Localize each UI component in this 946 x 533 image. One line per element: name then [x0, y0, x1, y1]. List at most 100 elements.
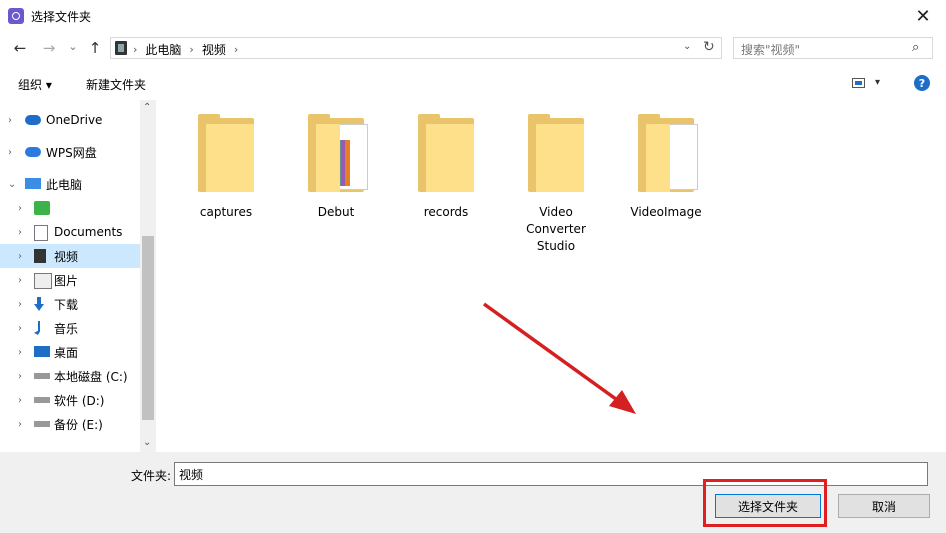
- chevron-right-icon[interactable]: ›: [18, 371, 22, 382]
- breadcrumb-separator-icon[interactable]: ›: [234, 43, 238, 56]
- back-arrow-icon[interactable]: ←: [11, 39, 29, 57]
- breadcrumb-this-pc[interactable]: 此电脑: [145, 41, 181, 58]
- sidebar-item[interactable]: › 备份 (E:): [0, 412, 140, 436]
- sidebar-item[interactable]: › 下载: [0, 292, 140, 316]
- sidebar-item[interactable]: › 软件 (D:): [0, 388, 140, 412]
- document-icon: [34, 225, 48, 241]
- chevron-right-icon[interactable]: ›: [18, 419, 22, 430]
- breadcrumb-videos[interactable]: 视频: [202, 41, 226, 58]
- chevron-right-icon[interactable]: ›: [18, 299, 22, 310]
- folder-label: Video Converter Studio: [526, 205, 586, 253]
- sidebar-item-label: 下载: [54, 297, 79, 312]
- address-bar[interactable]: › 此电脑 › 视频 › ⌄ ↻: [110, 37, 722, 59]
- sidebar-item[interactable]: › 视频: [0, 244, 140, 268]
- refresh-icon[interactable]: ↻: [703, 39, 715, 55]
- sidebar-item-label: 桌面: [54, 345, 79, 360]
- sidebar-item[interactable]: › OneDrive: [0, 108, 140, 132]
- drive-icon: [34, 397, 50, 403]
- folder-icon: [308, 114, 368, 192]
- help-icon[interactable]: ?: [914, 75, 930, 91]
- forward-arrow-icon[interactable]: →: [40, 39, 58, 57]
- organize-menu-button[interactable]: 组织 ▾: [18, 76, 52, 93]
- sidebar-item-label: 此电脑: [46, 177, 83, 192]
- folder-label: records: [423, 205, 469, 219]
- sidebar-item[interactable]: › 桌面: [0, 340, 140, 364]
- search-icon: ⌕: [912, 40, 920, 55]
- breadcrumb-separator-icon[interactable]: ›: [189, 43, 193, 56]
- sidebar-item[interactable]: › 音乐: [0, 316, 140, 340]
- picture-icon: [34, 273, 52, 289]
- search-input[interactable]: 搜索"视频": [741, 41, 800, 58]
- folder-icon: [418, 114, 474, 192]
- view-mode-icon[interactable]: [852, 78, 865, 88]
- video-folder-icon: [115, 41, 127, 55]
- wps-cloud-icon: [25, 147, 41, 157]
- folder-field-label: 文件夹:: [131, 469, 172, 483]
- sidebar-item-label: 图片: [54, 273, 79, 288]
- drive-icon: [34, 421, 50, 427]
- chevron-right-icon[interactable]: ›: [18, 203, 22, 214]
- sidebar-item-label: 备份 (E:): [54, 417, 103, 432]
- computer-icon: [25, 178, 41, 189]
- annotation-arrow: [482, 302, 636, 414]
- drive-icon: [34, 373, 50, 379]
- video-icon: [34, 249, 46, 263]
- chevron-down-icon[interactable]: ⌄: [8, 179, 16, 190]
- chevron-right-icon[interactable]: ›: [18, 227, 22, 238]
- new-folder-button[interactable]: 新建文件夹: [86, 76, 146, 93]
- recent-locations-icon[interactable]: ⌄: [64, 37, 82, 55]
- sidebar-item-label: 视频: [54, 249, 79, 264]
- folder-icon: [528, 114, 584, 192]
- scroll-up-icon[interactable]: ⌃: [143, 102, 151, 113]
- sidebar-item[interactable]: › 本地磁盘 (C:): [0, 364, 140, 388]
- breadcrumb-separator-icon[interactable]: ›: [133, 43, 137, 56]
- close-button[interactable]: ✕: [900, 0, 946, 32]
- sidebar-item-label: Documents: [54, 225, 123, 239]
- sidebar-item[interactable]: ›: [0, 196, 140, 220]
- folder-item[interactable]: Debut: [286, 114, 386, 221]
- sidebar-item[interactable]: ⌄ 此电脑: [0, 172, 140, 196]
- navigation-pane: › OneDrive › WPS网盘 ⌄ 此电脑 › › Documents › 视频 › 图片 › 下载 ›…: [0, 100, 156, 452]
- chevron-right-icon[interactable]: ›: [18, 323, 22, 334]
- view-dropdown-icon[interactable]: ▾: [875, 77, 880, 88]
- folder-label: captures: [199, 205, 253, 219]
- sidebar-item-label: 音乐: [54, 321, 79, 336]
- annotation-highlight-box: [703, 479, 827, 527]
- chevron-right-icon[interactable]: ›: [18, 395, 22, 406]
- music-icon: [34, 321, 40, 335]
- folder-icon: [198, 114, 254, 192]
- breadcrumb: › 此电脑 › 视频 ›: [133, 41, 238, 58]
- folder-icon: [638, 114, 698, 192]
- address-dropdown-icon[interactable]: ⌄: [683, 41, 691, 52]
- sidebar-item-label: 软件 (D:): [54, 393, 105, 408]
- up-arrow-icon[interactable]: ↑: [86, 39, 104, 57]
- chevron-right-icon[interactable]: ›: [8, 147, 12, 158]
- sidebar-item[interactable]: › 图片: [0, 268, 140, 292]
- sidebar-item-label: OneDrive: [46, 113, 103, 127]
- chevron-right-icon[interactable]: ›: [18, 347, 22, 358]
- chevron-right-icon[interactable]: ›: [18, 251, 22, 262]
- chevron-right-icon[interactable]: ›: [18, 275, 22, 286]
- scroll-down-icon[interactable]: ⌄: [143, 437, 151, 448]
- cloud-icon: [25, 115, 41, 125]
- search-box[interactable]: 搜索"视频" ⌕: [733, 37, 933, 59]
- sidebar-item-label: 本地磁盘 (C:): [54, 369, 128, 384]
- folder-item[interactable]: Video Converter Studio: [506, 114, 606, 255]
- cancel-button[interactable]: 取消: [838, 494, 930, 518]
- sidebar-item[interactable]: › Documents: [0, 220, 140, 244]
- folder-item[interactable]: records: [396, 114, 496, 221]
- folder-label: Debut: [317, 205, 355, 219]
- folder-item[interactable]: captures: [176, 114, 276, 221]
- app-icon: [8, 8, 24, 24]
- folder-label: VideoImage: [630, 205, 702, 219]
- download-icon: [34, 297, 44, 311]
- sidebar-item[interactable]: › WPS网盘: [0, 140, 140, 164]
- desktop-icon: [34, 346, 50, 357]
- title-bar: [0, 0, 946, 32]
- green-app-icon: [34, 201, 50, 215]
- chevron-right-icon[interactable]: ›: [8, 115, 12, 126]
- scrollbar-thumb[interactable]: [142, 236, 154, 420]
- folder-item[interactable]: VideoImage: [616, 114, 716, 221]
- sidebar-item-label: WPS网盘: [46, 145, 97, 160]
- window-title: 选择文件夹: [31, 10, 92, 24]
